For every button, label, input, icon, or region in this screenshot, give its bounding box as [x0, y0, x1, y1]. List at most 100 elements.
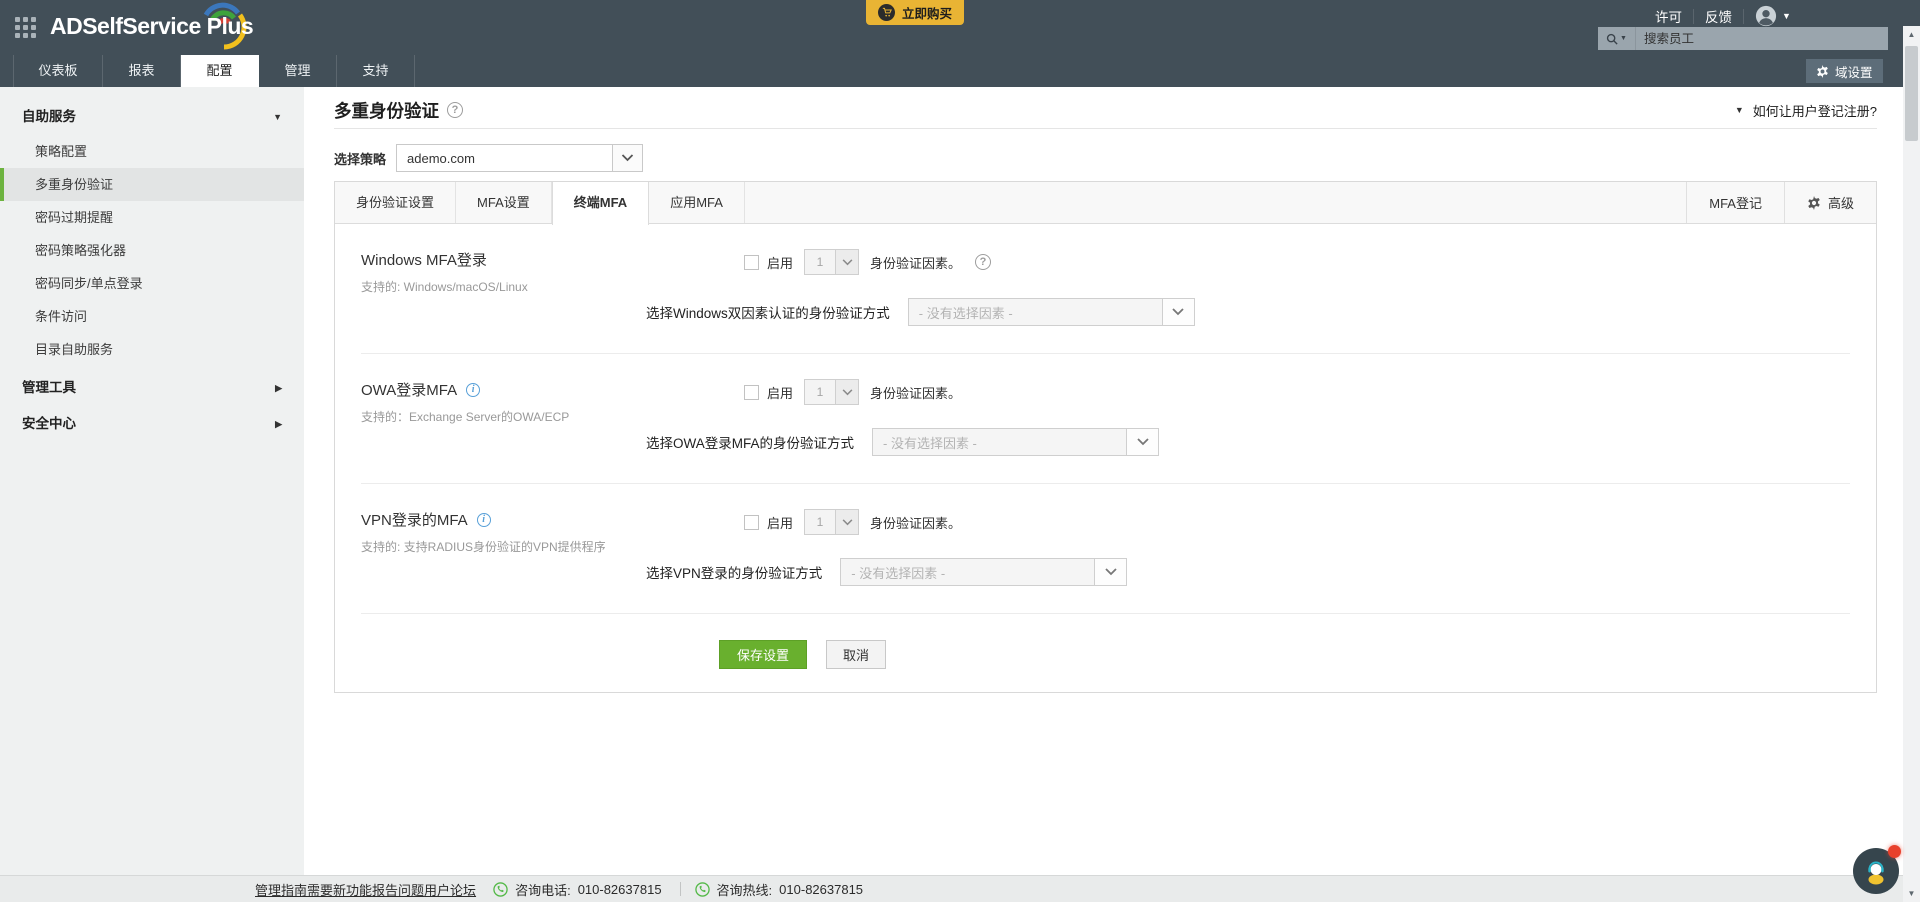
chevron-down-icon: [612, 145, 642, 171]
nav-tab-configuration[interactable]: 配置: [181, 55, 259, 87]
enable-checkbox[interactable]: [744, 515, 759, 530]
sidebar-item-mfa[interactable]: 多重身份验证: [0, 168, 304, 201]
divider: [680, 882, 681, 896]
feedback-link[interactable]: 反馈: [1705, 6, 1732, 26]
sidebar-item-conditional-access[interactable]: 条件访问: [0, 300, 304, 333]
factor-select[interactable]: - 没有选择因素 -: [840, 558, 1127, 586]
factor-select[interactable]: - 没有选择因素 -: [872, 428, 1159, 456]
chevron-down-icon: [1162, 299, 1194, 325]
mfa-sections: Windows MFA登录 支持的: Windows/macOS/Linux 启…: [335, 224, 1876, 614]
search-input[interactable]: [1636, 27, 1888, 50]
factor-count-value: 1: [805, 510, 835, 534]
caret-down-icon: ▼: [1782, 11, 1791, 21]
divider: [1693, 9, 1694, 24]
caret-down-icon: ▼: [1735, 105, 1744, 115]
tab-mfa-settings[interactable]: MFA设置: [456, 182, 552, 223]
section-title: VPN登录的MFA: [361, 509, 468, 530]
buy-now-button[interactable]: 立即购买: [866, 0, 964, 25]
divider: [1743, 9, 1744, 24]
phone-contact-2: 咨询热线: 010-82637815: [695, 880, 863, 899]
factor-count-select[interactable]: 1: [804, 379, 859, 405]
advanced-button[interactable]: 高级: [1784, 182, 1876, 223]
save-settings-button[interactable]: 保存设置: [719, 640, 807, 669]
scroll-down-arrow-icon[interactable]: ▼: [1903, 885, 1920, 902]
scrollbar-thumb[interactable]: [1905, 46, 1918, 141]
policy-select[interactable]: ademo.com: [396, 144, 643, 172]
sidebar-item-directory-self-service[interactable]: 目录自助服务: [0, 333, 304, 366]
app-logo: ADSelfService Plus: [50, 13, 253, 40]
spacer: [745, 182, 1686, 223]
tab-application-mfa[interactable]: 应用MFA: [649, 182, 745, 223]
sidebar-section-label: 管理工具: [22, 380, 76, 395]
phone-icon: [493, 882, 508, 897]
caret-down-icon: ▼: [273, 99, 282, 135]
enable-checkbox[interactable]: [744, 385, 759, 400]
phone-label: 咨询电话:: [515, 880, 571, 899]
mfa-panel: 身份验证设置 MFA设置 终端MFA 应用MFA MFA登记 高级 Window…: [334, 181, 1877, 693]
sidebar-section-admin-tools[interactable]: 管理工具 ▶: [0, 370, 304, 406]
factor-count-value: 1: [805, 380, 835, 404]
search-scope-button[interactable]: ▼: [1598, 27, 1636, 50]
phone-number: 010-82637815: [779, 882, 863, 897]
mfa-tab-bar: 身份验证设置 MFA设置 终端MFA 应用MFA MFA登记 高级: [335, 182, 1876, 224]
domain-settings-button[interactable]: 域设置: [1806, 59, 1883, 83]
chevron-down-icon: [1126, 429, 1158, 455]
domain-settings-label: 域设置: [1835, 62, 1873, 81]
cart-icon: [878, 4, 895, 21]
caret-right-icon: ▶: [275, 370, 282, 406]
footer-link-report-issue[interactable]: 报告问题: [372, 880, 424, 899]
sidebar-item-password-policy-enforcer[interactable]: 密码策略强化器: [0, 234, 304, 267]
sidebar-item-policy-configuration[interactable]: 策略配置: [0, 135, 304, 168]
footer-link-user-forum[interactable]: 用户论坛: [424, 880, 476, 899]
info-icon[interactable]: i: [466, 383, 480, 397]
factors-suffix-label: 身份验证因素。: [870, 253, 961, 272]
help-icon[interactable]: ?: [975, 254, 991, 270]
footer-link-admin-guide[interactable]: 管理指南: [255, 880, 307, 899]
scroll-up-arrow-icon[interactable]: ▲: [1903, 26, 1920, 43]
factor-count-select[interactable]: 1: [804, 509, 859, 535]
tab-authentication-settings[interactable]: 身份验证设置: [335, 182, 456, 223]
factor-count-value: 1: [805, 250, 835, 274]
nav-tab-reports[interactable]: 报表: [103, 55, 181, 87]
nav-tab-admin[interactable]: 管理: [259, 55, 337, 87]
chat-support-button[interactable]: [1853, 848, 1899, 894]
enable-label: 启用: [767, 383, 793, 402]
sidebar-item-password-sync-sso[interactable]: 密码同步/单点登录: [0, 267, 304, 300]
user-menu[interactable]: ▼: [1755, 5, 1791, 27]
section-title: Windows MFA登录: [361, 249, 487, 270]
section-subtitle: 支持的：Exchange Server的OWA/ECP: [361, 408, 646, 425]
section-title: OWA登录MFA: [361, 379, 457, 400]
advanced-label: 高级: [1828, 193, 1854, 212]
enrollment-help-link[interactable]: ▼ 如何让用户登记注册?: [1735, 101, 1877, 120]
nav-tab-dashboard[interactable]: 仪表板: [13, 55, 103, 87]
factor-select-value: - 没有选择因素 -: [909, 299, 1162, 325]
cancel-button[interactable]: 取消: [826, 640, 886, 669]
phone-icon: [695, 882, 710, 897]
factors-suffix-label: 身份验证因素。: [870, 383, 961, 402]
mfa-enrollment-label: MFA登记: [1709, 193, 1762, 212]
nav-tab-support[interactable]: 支持: [337, 55, 415, 87]
apps-grid-icon[interactable]: [15, 17, 36, 38]
sidebar-section-self-service[interactable]: 自助服务 ▼: [0, 99, 304, 135]
tab-endpoint-mfa[interactable]: 终端MFA: [552, 182, 649, 225]
sidebar-section-security-center[interactable]: 安全中心 ▶: [0, 406, 304, 442]
factor-count-select[interactable]: 1: [804, 249, 859, 275]
footer-link-need-feature[interactable]: 需要新功能: [307, 880, 372, 899]
gear-icon: [1807, 196, 1821, 210]
main-content: 多重身份验证 ? ▼ 如何让用户登记注册? 选择策略 ademo.com 身份验…: [304, 87, 1920, 875]
factor-select[interactable]: - 没有选择因素 -: [908, 298, 1195, 326]
chevron-down-icon: [835, 250, 858, 274]
sidebar-section-label: 安全中心: [22, 416, 76, 431]
gear-icon: [1816, 65, 1829, 78]
sidebar-item-password-expiration[interactable]: 密码过期提醒: [0, 201, 304, 234]
enable-label: 启用: [767, 253, 793, 272]
info-icon[interactable]: i: [477, 513, 491, 527]
top-header-bar: ADSelfService Plus 立即购买 许可 反馈 ▼: [0, 0, 1920, 55]
chevron-down-icon: [1094, 559, 1126, 585]
help-icon[interactable]: ?: [447, 102, 463, 118]
enable-checkbox[interactable]: [744, 255, 759, 270]
section-subtitle: 支持的: Windows/macOS/Linux: [361, 278, 646, 295]
support-agent-icon: [1862, 857, 1890, 885]
mfa-enrollment-button[interactable]: MFA登记: [1686, 182, 1784, 223]
license-link[interactable]: 许可: [1655, 6, 1682, 26]
